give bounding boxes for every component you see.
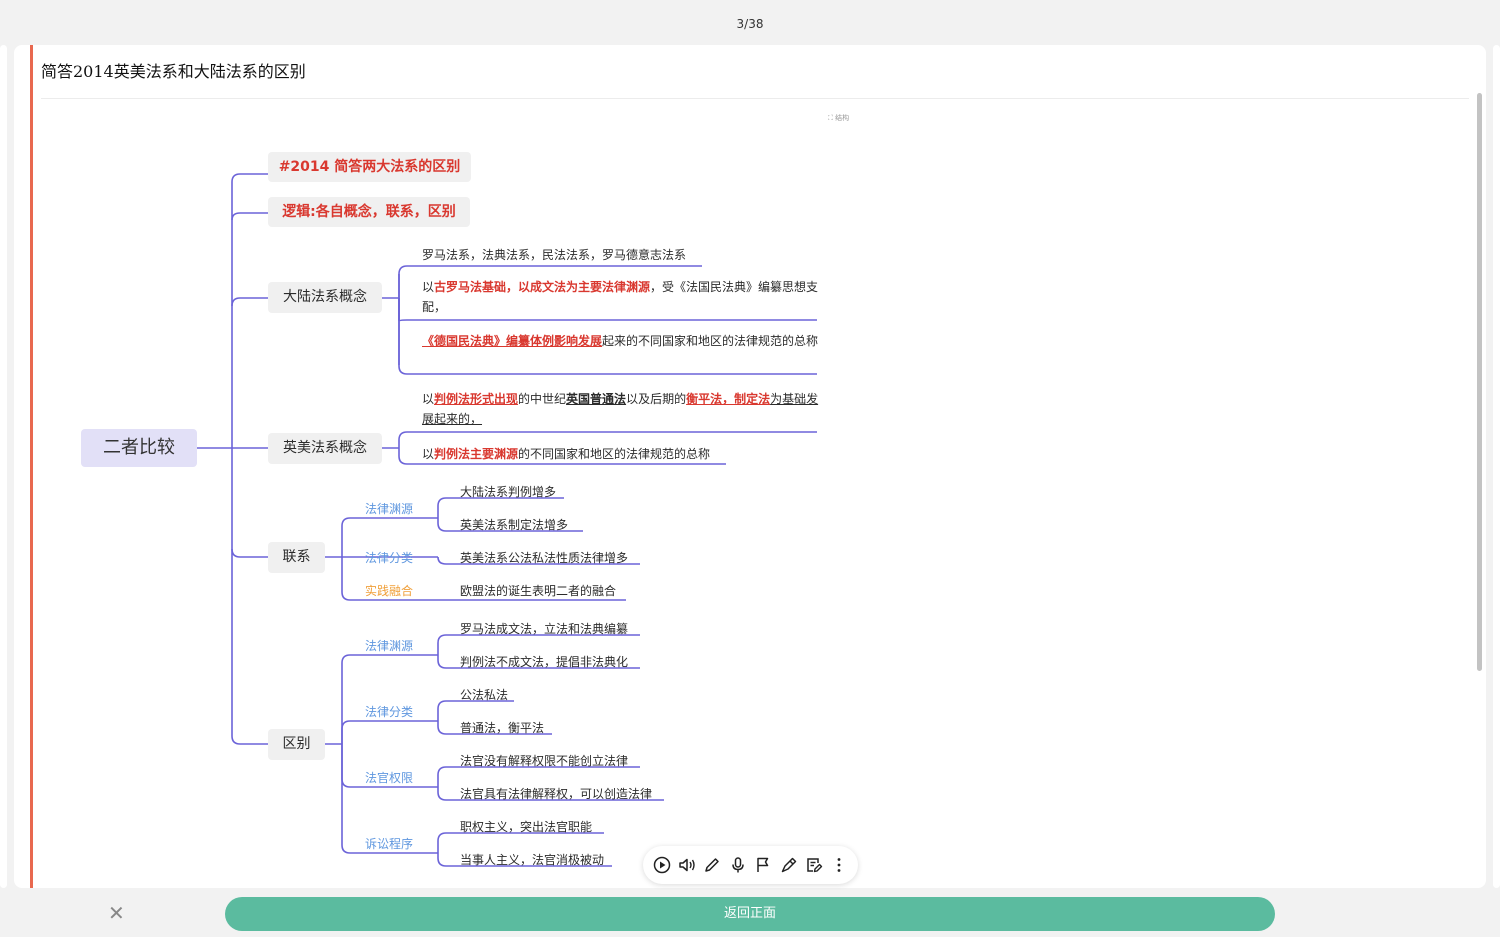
flag-icon[interactable] xyxy=(753,855,773,875)
return-front-button[interactable]: 返回正面 xyxy=(225,897,1275,931)
page-counter: 3/38 xyxy=(736,17,764,31)
difference-leaf-public-private: 公法私法 xyxy=(460,688,509,702)
continental-leaf-definition: 《德国民法典》编纂体例影响发展起来的不同国家和地区的法律规范的总称 xyxy=(422,334,819,348)
mindmap-connectors xyxy=(197,173,817,867)
more-icon[interactable] xyxy=(829,855,849,875)
pencil-icon[interactable] xyxy=(702,855,722,875)
node-relation[interactable]: 联系 xyxy=(268,542,325,573)
difference-leaf-equity: 普通法，衡平法 xyxy=(460,721,545,735)
speaker-icon[interactable] xyxy=(677,855,697,875)
difference-category-judge-power: 法官权限 xyxy=(365,771,414,785)
node-common-law-concept[interactable]: 英美法系概念 xyxy=(268,433,382,464)
node-difference[interactable]: 区别 xyxy=(268,729,325,760)
difference-leaf-written-law: 罗马法成文法，立法和法典编纂 xyxy=(460,622,629,636)
relation-leaf-public-private: 英美法系公法私法性质法律增多 xyxy=(460,551,629,565)
pen-icon[interactable] xyxy=(779,855,799,875)
difference-leaf-adversarial: 当事人主义，法官消极被动 xyxy=(460,853,605,867)
mindmap-root-node[interactable]: 二者比较 xyxy=(81,429,197,467)
difference-category-procedure: 诉讼程序 xyxy=(365,837,414,851)
edit-note-icon[interactable] xyxy=(804,855,824,875)
difference-category-classification: 法律分类 xyxy=(365,705,414,719)
difference-leaf-has-interpretation: 法官具有法律解释权，可以创造法律 xyxy=(460,787,653,801)
difference-category-sources: 法律渊源 xyxy=(365,639,414,653)
next-card-edge[interactable] xyxy=(1493,45,1500,888)
common-law-leaf-basis: 以判例法形式出现的中世纪英国普通法以及后期的衡平法，制定法为基础发展起来的， xyxy=(422,392,819,426)
mindmap: ⛶ 结构 二者比较 #2014 简答两大法系的区别 逻辑:各自概念，联系，区别 … xyxy=(14,45,1486,888)
node-logic[interactable]: 逻辑:各自概念，联系，区别 xyxy=(268,197,470,227)
relation-category-sources: 法律渊源 xyxy=(365,502,414,516)
close-icon[interactable]: ✕ xyxy=(108,903,126,923)
relation-category-classification: 法律分类 xyxy=(365,551,414,565)
difference-leaf-no-interpretation: 法官没有解释权限不能创立法律 xyxy=(460,754,629,768)
relation-leaf-common-statutes: 英美法系制定法增多 xyxy=(460,518,569,532)
continental-leaf-names: 罗马法系，法典法系，民法法系，罗马德意志法系 xyxy=(422,248,687,262)
relation-category-practice: 实践融合 xyxy=(365,584,414,598)
prev-card-edge[interactable] xyxy=(0,45,7,888)
relation-leaf-eu-law: 欧盟法的诞生表明二者的融合 xyxy=(460,584,617,598)
node-topic-2014[interactable]: #2014 简答两大法系的区别 xyxy=(268,152,471,182)
relation-leaf-continental-cases: 大陆法系判例增多 xyxy=(460,485,557,499)
difference-leaf-case-law: 判例法不成文法，提倡非法典化 xyxy=(460,655,629,669)
difference-leaf-inquisitorial: 职权主义，突出法官职能 xyxy=(460,820,593,834)
flashcard: 简答2014英美法系和大陆法系的区别 ⛶ 结构 二者比较 #2014 简答两大法… xyxy=(14,45,1486,888)
play-icon[interactable] xyxy=(652,855,672,875)
continental-leaf-basis: 以古罗马法基础，以成文法为主要法律渊源，受《法国民法典》编纂思想支配， xyxy=(422,280,819,314)
common-law-leaf-definition: 以判例法主要渊源的不同国家和地区的法律规范的总称 xyxy=(422,447,711,461)
floating-toolbar xyxy=(643,846,858,884)
microphone-icon[interactable] xyxy=(728,855,748,875)
node-continental-concept[interactable]: 大陆法系概念 xyxy=(268,282,382,313)
